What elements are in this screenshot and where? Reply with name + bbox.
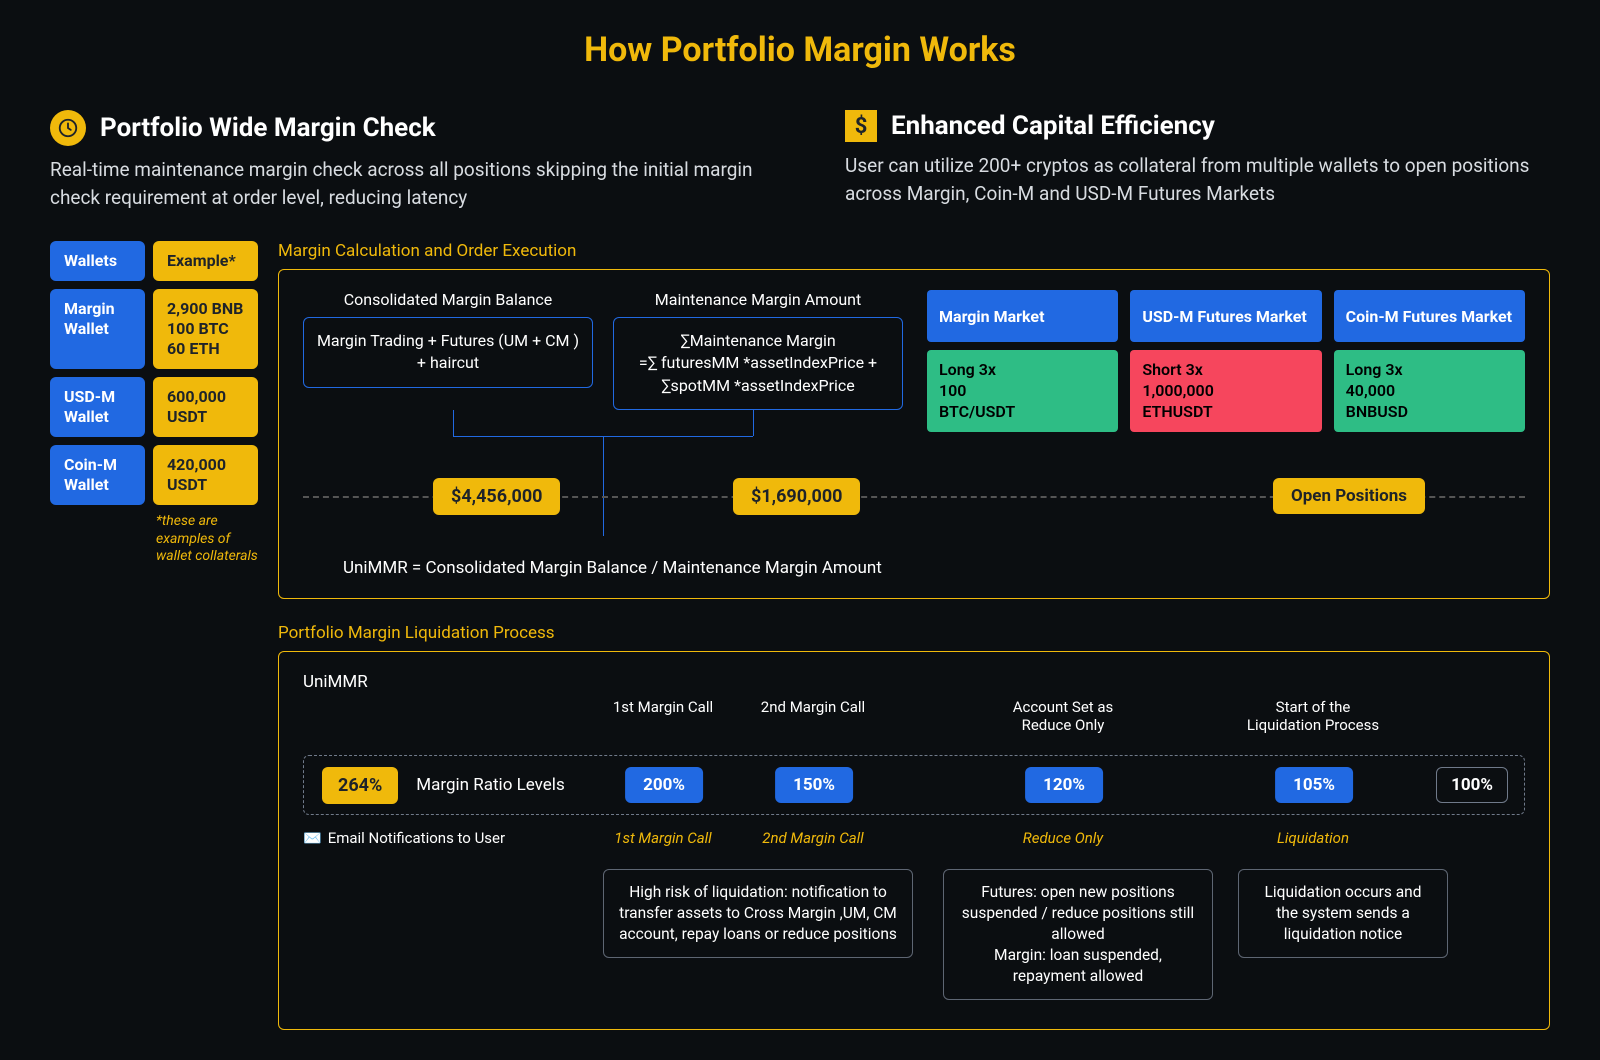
market-header: USD-M Futures Market [1130,290,1321,342]
notes-row: High risk of liquidation: notification t… [303,869,1525,1009]
margin-ratio-levels-box: 264% Margin Ratio Levels 200% 150% 120% … [303,755,1525,815]
wallet-value: 600,000 USDT [153,377,258,437]
example-header: Example* [153,241,258,281]
top-row: Portfolio Wide Margin Check Real-time ma… [50,110,1550,211]
right-heading: Enhanced Capital Efficiency [891,111,1215,141]
clock-icon [50,110,86,146]
wallet-label: Margin Wallet [50,289,145,369]
wallet-label: USD-M Wallet [50,377,145,437]
sub-label: Liquidation [1277,829,1349,847]
market-header: Margin Market [927,290,1118,342]
liq-panel: UniMMR 1st Margin Call 2nd Margin Call A… [278,651,1550,1030]
email-notif-label: ✉️ Email Notifications to User [303,829,505,847]
unimmr-label: UniMMR [303,672,1525,692]
ratio-level: 150% [775,767,853,803]
sub-label: 2nd Margin Call [762,829,863,847]
ratio-level: 105% [1275,767,1353,803]
mail-icon: ✉️ [303,829,322,847]
ratio-final: 100% [1436,767,1508,803]
right-desc: User can utilize 200+ cryptos as collate… [845,152,1550,207]
wallet-value: 2,900 BNB 100 BTC 60 ETH [153,289,258,369]
liq-panel-title: Portfolio Margin Liquidation Process [278,623,1550,643]
box2-title: Maintenance Margin Amount [613,290,903,309]
box2-body: ∑Maintenance Margin =∑ futuresMM *assetI… [613,317,903,410]
open-positions-label: Open Positions [1273,478,1425,514]
calc-panel-title: Margin Calculation and Order Execution [278,241,1550,261]
stage-label: Start of the Liquidation Process [1243,698,1383,734]
wallets-column: Wallets Example* Margin Wallet 2,900 BNB… [50,241,258,566]
stage-label: 2nd Margin Call [743,698,883,716]
top-right: $ Enhanced Capital Efficiency User can u… [845,110,1550,211]
unimmr-formula: UniMMR = Consolidated Margin Balance / M… [343,558,1525,578]
box1-title: Consolidated Margin Balance [303,290,593,309]
box1-body: Margin Trading + Futures (UM + CM ) + ha… [303,317,593,388]
stage-label: Account Set as Reduce Only [993,698,1133,734]
market-position-long: Long 3x 100 BTC/USDT [927,350,1118,432]
market-position-short: Short 3x 1,000,000 ETHUSDT [1130,350,1321,432]
sub-labels: ✉️ Email Notifications to User 1st Margi… [303,829,1525,855]
calc-panel: Consolidated Margin Balance Margin Tradi… [278,269,1550,599]
connector-lines [303,410,903,474]
ratio-levels-label: Margin Ratio Levels [416,775,564,795]
wallet-value: 420,000 USDT [153,445,258,505]
wallet-label: Coin-M Wallet [50,445,145,505]
ratio-level: 120% [1025,767,1103,803]
note-reduce-only: Futures: open new positions suspended / … [943,869,1213,1000]
maintenance-value: $1,690,000 [733,478,860,515]
unimmr-value: 264% [322,767,398,804]
sub-label: Reduce Only [1023,829,1103,847]
note-liquidation: Liquidation occurs and the system sends … [1238,869,1448,958]
markets: Margin Market Long 3x 100 BTC/USDT USD-M… [927,290,1525,432]
page-title: How Portfolio Margin Works [50,30,1550,70]
wallets-note: *these are examples of wallet collateral… [156,513,258,566]
wallets-header: Wallets [50,241,145,281]
left-desc: Real-time maintenance margin check acros… [50,156,755,211]
market-position-long: Long 3x 40,000 BNBUSD [1334,350,1525,432]
market-header: Coin-M Futures Market [1334,290,1525,342]
stage-labels: 1st Margin Call 2nd Margin Call Account … [303,698,1525,743]
dollar-icon: $ [845,110,877,142]
consolidated-value: $4,456,000 [433,478,560,515]
ratio-level: 200% [625,767,703,803]
sub-label: 1st Margin Call [614,829,711,847]
stage-label: 1st Margin Call [593,698,733,716]
note-high-risk: High risk of liquidation: notification t… [603,869,913,958]
left-heading: Portfolio Wide Margin Check [100,113,436,143]
top-left: Portfolio Wide Margin Check Real-time ma… [50,110,755,211]
